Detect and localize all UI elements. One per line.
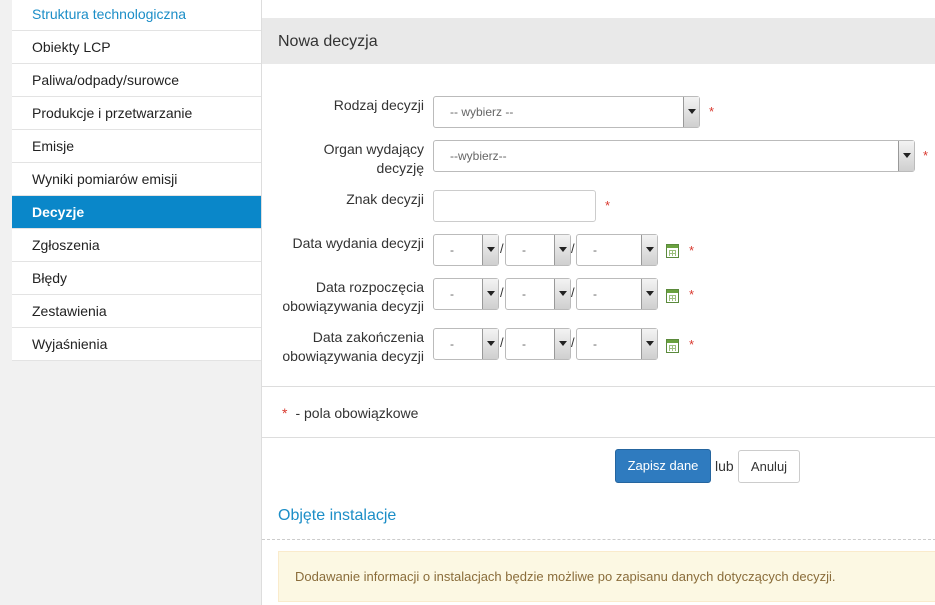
data-wydania-label: Data wydania decyzji <box>292 235 424 251</box>
year-value: - <box>593 287 597 301</box>
data-rozpoczecia-month-select[interactable]: - <box>505 278 571 310</box>
data-zakonczenia-label-line2: obowiązywania decyzji <box>282 348 424 364</box>
required-mark: * <box>689 243 695 258</box>
calendar-icon[interactable] <box>666 289 679 303</box>
month-value: - <box>522 287 526 301</box>
znak-decyzji-input[interactable] <box>433 190 596 222</box>
data-wydania-month-select[interactable]: - <box>505 234 571 266</box>
organ-label: Organ wydający decyzję <box>262 140 424 178</box>
sidebar-item-produkcje[interactable]: Produkcje i przetwarzanie <box>12 97 261 130</box>
chevron-down-icon[interactable] <box>482 329 498 359</box>
month-value: - <box>522 243 526 257</box>
data-wydania-year-select[interactable]: - <box>576 234 658 266</box>
organ-select[interactable]: --wybierz-- <box>433 140 915 172</box>
organ-label-line1: Organ wydający <box>323 141 424 157</box>
sidebar-item-struktura[interactable]: Struktura technologiczna <box>12 0 261 31</box>
day-value: - <box>450 287 454 301</box>
installations-info-alert: Dodawanie informacji o instalacjach będz… <box>278 551 935 602</box>
data-zakonczenia-year-select[interactable]: - <box>576 328 658 360</box>
section-divider <box>262 539 935 540</box>
day-value: - <box>450 243 454 257</box>
sidebar-item-wyniki-pomiarow[interactable]: Wyniki pomiarów emisji <box>12 163 261 196</box>
data-wydania-day-select[interactable]: - <box>433 234 499 266</box>
chevron-down-icon[interactable] <box>482 235 498 265</box>
znak-decyzji-label: Znak decyzji <box>346 191 424 207</box>
required-legend-text: - pola obowiązkowe <box>295 405 419 421</box>
or-text: lub <box>715 458 734 474</box>
organ-value: --wybierz-- <box>450 149 507 163</box>
required-legend: * - pola obowiązkowe <box>282 405 418 421</box>
save-button[interactable]: Zapisz dane <box>615 449 711 483</box>
chevron-down-icon[interactable] <box>641 329 657 359</box>
sidebar-item-wyjasnienia[interactable]: Wyjaśnienia <box>12 328 261 361</box>
cancel-button[interactable]: Anuluj <box>738 450 800 483</box>
chevron-down-icon[interactable] <box>641 235 657 265</box>
chevron-down-icon[interactable] <box>554 235 570 265</box>
data-zakonczenia-month-select[interactable]: - <box>505 328 571 360</box>
data-zakonczenia-label: Data zakończenia obowiązywania decyzji <box>262 328 424 366</box>
required-mark: * <box>709 104 715 119</box>
installations-section-title: Objęte instalacje <box>278 507 397 524</box>
required-mark: * <box>689 287 695 302</box>
chevron-down-icon[interactable] <box>641 279 657 309</box>
sidebar-item-zestawienia[interactable]: Zestawienia <box>12 295 261 328</box>
date-separator: / <box>500 241 504 256</box>
day-value: - <box>450 337 454 351</box>
date-separator: / <box>500 285 504 300</box>
required-mark: * <box>689 337 695 352</box>
rodzaj-decyzji-select[interactable]: -- wybierz -- <box>433 96 700 128</box>
rodzaj-decyzji-value: -- wybierz -- <box>450 105 514 119</box>
sidebar-item-zgloszenia[interactable]: Zgłoszenia <box>12 229 261 262</box>
required-mark: * <box>282 405 288 421</box>
data-rozpoczecia-year-select[interactable]: - <box>576 278 658 310</box>
date-separator: / <box>571 335 575 350</box>
year-value: - <box>593 337 597 351</box>
month-value: - <box>522 337 526 351</box>
sidebar-item-obiekty-lcp[interactable]: Obiekty LCP <box>12 31 261 64</box>
date-separator: / <box>500 335 504 350</box>
chevron-down-icon[interactable] <box>554 279 570 309</box>
sidebar-nav: Struktura technologiczna Obiekty LCP Pal… <box>12 0 261 361</box>
data-rozpoczecia-label: Data rozpoczęcia obowiązywania decyzji <box>262 278 424 316</box>
sidebar-item-emisje[interactable]: Emisje <box>12 130 261 163</box>
sidebar-item-bledy[interactable]: Błędy <box>12 262 261 295</box>
chevron-down-icon[interactable] <box>482 279 498 309</box>
data-zakonczenia-label-line1: Data zakończenia <box>312 329 424 345</box>
required-mark: * <box>923 148 929 163</box>
year-value: - <box>593 243 597 257</box>
chevron-down-icon[interactable] <box>898 141 914 171</box>
calendar-icon[interactable] <box>666 244 679 258</box>
rodzaj-decyzji-label: Rodzaj decyzji <box>333 97 424 113</box>
data-rozpoczecia-day-select[interactable]: - <box>433 278 499 310</box>
data-zakonczenia-day-select[interactable]: - <box>433 328 499 360</box>
date-separator: / <box>571 241 575 256</box>
actions-divider <box>262 437 935 438</box>
date-separator: / <box>571 285 575 300</box>
required-mark: * <box>605 198 611 213</box>
data-rozpoczecia-label-line2: obowiązywania decyzji <box>282 298 424 314</box>
calendar-icon[interactable] <box>666 339 679 353</box>
chevron-down-icon[interactable] <box>683 97 699 127</box>
sidebar-item-paliwa[interactable]: Paliwa/odpady/surowce <box>12 64 261 97</box>
main-content: Nowa decyzja Rodzaj decyzji -- wybierz -… <box>261 0 935 605</box>
chevron-down-icon[interactable] <box>554 329 570 359</box>
organ-label-line2: decyzję <box>376 160 424 176</box>
data-rozpoczecia-label-line1: Data rozpoczęcia <box>315 279 424 295</box>
page-title: Nowa decyzja <box>262 18 935 64</box>
sidebar-item-decyzje[interactable]: Decyzje <box>12 196 261 229</box>
form-divider <box>262 386 935 387</box>
